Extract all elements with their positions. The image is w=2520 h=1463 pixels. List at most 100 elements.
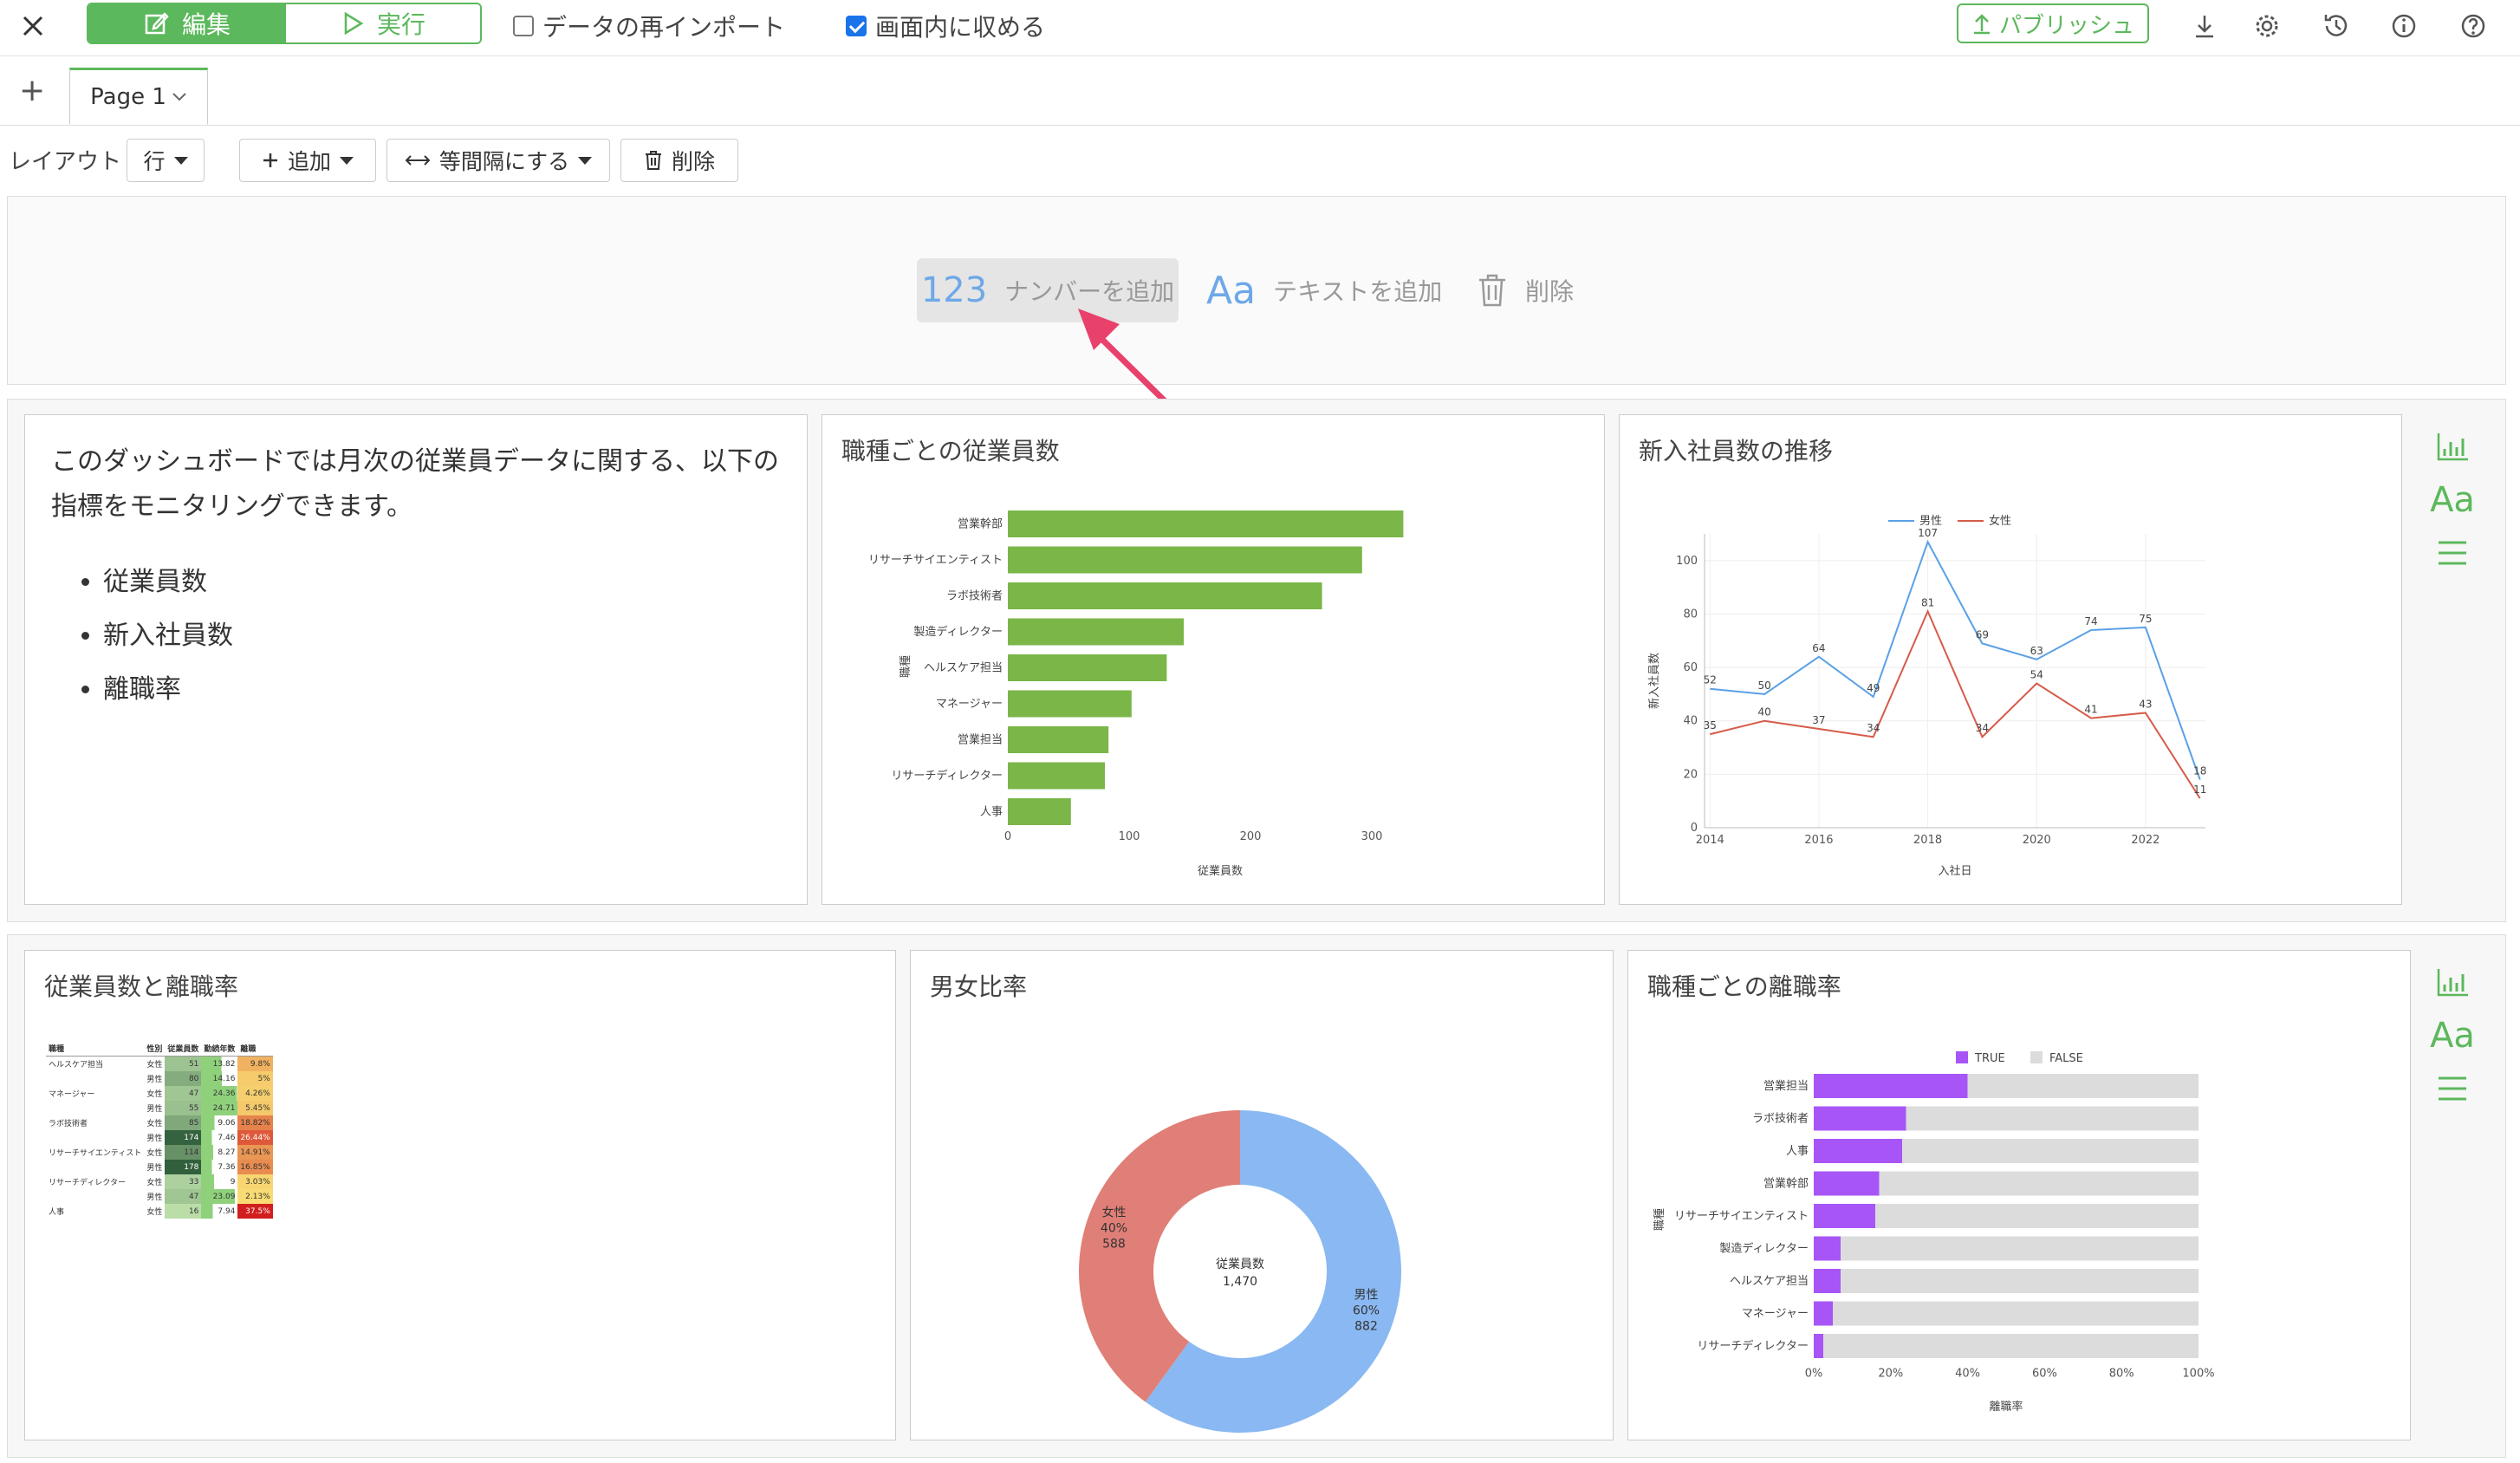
history-icon[interactable] <box>2319 9 2354 43</box>
axis-label: 入社日 <box>1938 864 1971 878</box>
category-label: リサーチサイエンティスト <box>1674 1210 1809 1223</box>
table-cell: 178 <box>165 1160 202 1174</box>
data-label: 35 <box>1704 719 1717 732</box>
add-button[interactable]: 追加 <box>239 139 376 182</box>
table-cell: 男性 <box>146 1105 163 1114</box>
tick-label: 40 <box>1683 715 1698 728</box>
table-header-row: 職種 性別 従業員数 勤続年数 離職 <box>46 1041 273 1057</box>
attrition-table-card[interactable]: 従業員数と離職率 職種 性別 従業員数 勤続年数 離職 ヘルスケア担当 女性 51 13.82… <box>24 950 896 1440</box>
table-cell: 14.16 <box>201 1071 238 1086</box>
fit-screen-checkbox[interactable] <box>846 16 867 36</box>
bar-chart-icon[interactable] <box>2426 425 2478 468</box>
tick-label: 0 <box>1691 822 1698 835</box>
table-row: リサーチディレクター 女性 33 9 3.03% <box>46 1174 273 1189</box>
help-icon[interactable] <box>2456 9 2491 43</box>
bar-segment <box>1841 1269 2199 1293</box>
download-icon[interactable] <box>2187 9 2222 43</box>
text-icon[interactable]: Aa <box>2426 480 2478 520</box>
legend-label: TRUE <box>1974 1052 2005 1065</box>
equal-spacing-button[interactable]: 等間隔にする <box>386 139 610 182</box>
tab-page-1[interactable]: Page 1 <box>69 68 208 125</box>
edit-icon <box>145 12 169 35</box>
data-label: 63 <box>2030 645 2043 657</box>
gender-donut-card[interactable]: 男女比率 男性 60% 882 女性 40% 588 従業員数 1,470 <box>910 950 1614 1440</box>
table-row: 男性 174 7.46 26.44% <box>46 1130 273 1145</box>
delete-label: 削除 <box>671 149 715 174</box>
category-label: ヘルスケア担当 <box>924 662 1003 675</box>
table-cell: 女性 <box>146 1090 163 1099</box>
table-cell: 男性 <box>146 1193 163 1202</box>
attrition-stack-card[interactable]: 職種ごとの離職率 営業担当 ラボ技術者 人事 営業幹部 リサーチサイエンティスト 製造ディ… <box>1627 950 2411 1440</box>
metric-item: 従業員数 <box>103 556 796 609</box>
run-mode-button[interactable]: 実行 <box>286 4 480 42</box>
bar-segment <box>1833 1301 2199 1326</box>
mode-switch: 編集 実行 <box>87 3 482 44</box>
hires-line-chart-card[interactable]: 新入社員数の推移 0 20 40 60 80 100 2014 2016 2018 2020 202… <box>1619 414 2402 905</box>
reimport-option[interactable]: データの再インポート <box>513 9 785 43</box>
edit-mode-button[interactable]: 編集 <box>88 4 286 42</box>
delete-content-button[interactable]: 削除 <box>1477 258 1574 322</box>
gear-icon[interactable] <box>2250 9 2284 43</box>
data-label: 52 <box>1704 674 1717 686</box>
data-label: 43 <box>2139 698 2152 710</box>
menu-icon[interactable] <box>2426 536 2478 570</box>
info-icon[interactable] <box>2387 9 2421 43</box>
table-cell <box>46 1160 144 1174</box>
data-label: 75 <box>2139 613 2152 625</box>
fit-screen-option[interactable]: 画面内に収める <box>846 9 1045 43</box>
row-1-side-tools: Aa <box>2426 425 2478 570</box>
data-label: 34 <box>1867 722 1880 734</box>
text-icon[interactable]: Aa <box>2426 1016 2478 1056</box>
axis-label: 職種 <box>1653 1208 1666 1231</box>
bar <box>1008 726 1109 753</box>
table-cell: 女性 <box>146 1061 163 1070</box>
data-label: 41 <box>2084 704 2097 716</box>
table-cell: 24.36 <box>201 1086 238 1101</box>
add-page-button[interactable]: + <box>19 73 45 108</box>
delete-content-label: 削除 <box>1525 277 1575 306</box>
category-label: 営業幹部 <box>1763 1177 1809 1191</box>
text-card[interactable]: このダッシュボードでは月次の従業員データに関する、以下の 指標をモニタリングでき… <box>24 414 808 905</box>
table-cell: 80 <box>165 1071 202 1086</box>
bar-segment <box>1814 1269 1841 1293</box>
bar-segment <box>1814 1334 1824 1358</box>
tick-label: 300 <box>1361 830 1383 843</box>
table-cell: 114 <box>165 1145 202 1160</box>
attrition-stacked-chart: 営業担当ラボ技術者人事営業幹部リサーチサイエンティスト製造ディレクターヘルスケア… <box>1653 1051 2215 1414</box>
delete-row-button[interactable]: 削除 <box>620 139 738 182</box>
add-text-button[interactable]: Aa テキストを追加 <box>1206 258 1442 322</box>
table-cell: 9.06 <box>201 1115 238 1130</box>
data-label: 34 <box>1976 722 1989 734</box>
data-label: 107 <box>1918 527 1938 539</box>
center-value: 1,470 <box>1223 1275 1257 1289</box>
publish-button[interactable]: パブリッシュ <box>1957 3 2149 43</box>
layout-select[interactable]: 行 <box>127 139 205 182</box>
data-label: 40 <box>1757 706 1770 718</box>
table-header-cell: 職種 <box>46 1041 145 1057</box>
tick-label: 80 <box>1683 608 1698 621</box>
table-cell <box>46 1101 144 1115</box>
chevron-down-icon[interactable] <box>172 92 187 102</box>
data-label: 64 <box>1812 642 1825 654</box>
table-cell: 24.71 <box>201 1101 238 1115</box>
category-label: 人事 <box>980 806 1003 819</box>
menu-icon[interactable] <box>2426 1071 2478 1106</box>
table-cell: 4.26% <box>237 1086 273 1101</box>
bar-segment <box>1814 1139 1903 1163</box>
bar-segment <box>1814 1236 1841 1261</box>
tick-label: 2022 <box>2131 834 2160 847</box>
jobs-bar-chart-card[interactable]: 職種ごとの従業員数 営業幹部 リサーチサイエンティスト ラボ技術者 製造ディレクターヘ… <box>822 414 1605 905</box>
add-text-label: テキストを追加 <box>1273 277 1443 306</box>
table-cell <box>46 1189 144 1204</box>
chart-title: 従業員数と離職率 <box>44 972 239 1001</box>
table-row: 男性 55 24.71 5.45% <box>46 1101 273 1115</box>
bar-chart-icon[interactable] <box>2426 960 2478 1004</box>
table-header-cell: 離職 <box>237 1041 273 1057</box>
close-icon[interactable] <box>16 9 50 43</box>
table-cell: 47 <box>165 1189 202 1204</box>
run-label: 実行 <box>376 10 425 39</box>
table-header-cell: 勤続年数 <box>201 1041 238 1057</box>
category-label: 営業担当 <box>958 733 1003 747</box>
reimport-checkbox[interactable] <box>513 16 534 36</box>
table-cell: 7.94 <box>201 1204 238 1219</box>
